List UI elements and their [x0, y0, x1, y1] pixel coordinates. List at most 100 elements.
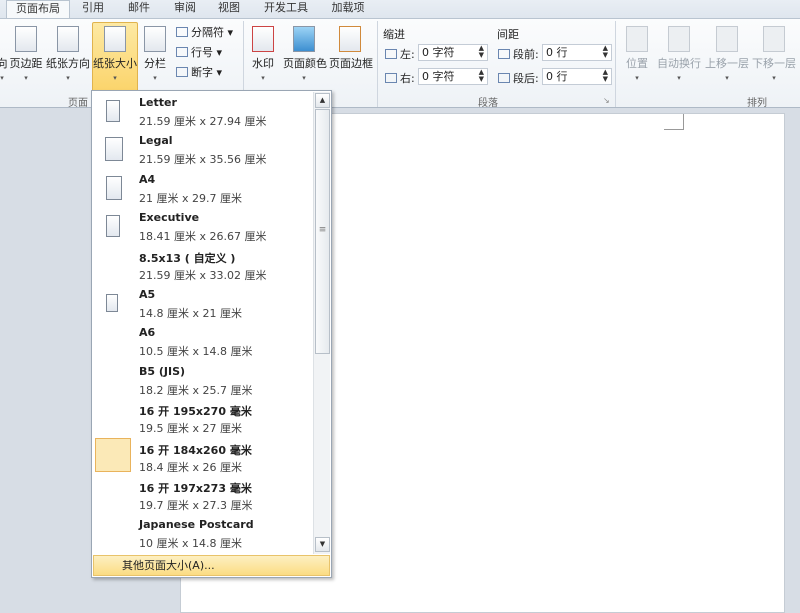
send-backward-button[interactable]: 下移一层 ▾ [751, 22, 797, 88]
paper-size-item[interactable]: 16 开 195x270 毫米 19.5 厘米 x 27 厘米 [94, 400, 312, 438]
indent-right-icon [385, 73, 397, 83]
position-icon [626, 26, 648, 52]
paper-size-name: 16 开 195x270 毫米 [139, 405, 252, 419]
breaks-button[interactable]: 分隔符 ▾ [176, 24, 233, 40]
spacing-before-input[interactable]: 0 行 ▲ ▼ [542, 44, 612, 61]
paper-size-item[interactable]: 16 开 197x273 毫米 19.7 厘米 x 27.3 厘米 [94, 477, 312, 515]
paper-thumbnail-icon [106, 215, 120, 238]
wrap-text-icon [668, 26, 690, 52]
wrap-text-button[interactable]: 自动换行 ▾ [656, 22, 702, 88]
margins-button[interactable]: 页边距 ▾ [8, 22, 44, 88]
spin-arrows[interactable]: ▲ ▼ [603, 45, 608, 59]
page-color-button[interactable]: 页面颜色 ▾ [282, 22, 327, 88]
paper-size-name: Legal [139, 134, 173, 148]
line-numbers-button[interactable]: 行号 ▾ [176, 44, 222, 60]
tab-review[interactable]: 审阅 [168, 0, 202, 18]
scrollbar-thumb[interactable]: ≡ [315, 109, 330, 354]
page-borders-button[interactable]: 页面边框 [328, 22, 373, 88]
scroll-up-button[interactable]: ▲ [315, 93, 330, 108]
indent-right-label: 右: [385, 70, 415, 86]
breaks-icon [176, 27, 188, 37]
paper-size-item[interactable]: Japanese Postcard 10 厘米 x 14.8 厘米 [94, 515, 312, 553]
hyphenation-button[interactable]: 断字 ▾ [176, 64, 222, 80]
paper-size-name: Japanese Postcard [139, 518, 254, 532]
indent-left-icon [385, 49, 397, 59]
paper-size-dimensions: 21.59 厘米 x 27.94 厘米 [139, 115, 267, 128]
paper-size-name: Letter [139, 96, 177, 109]
paper-size-item[interactable]: A6 10.5 厘米 x 14.8 厘米 [94, 323, 312, 361]
tab-view[interactable]: 视图 [212, 0, 246, 18]
paper-size-name: 8.5x13 ( 自定义 ) [139, 251, 236, 265]
paper-size-dimensions: 21 厘米 x 29.7 厘米 [139, 191, 242, 205]
orientation-button[interactable]: 纸张方向 ▾ [45, 22, 91, 88]
columns-button[interactable]: 分栏 ▾ [140, 22, 170, 88]
paper-size-dimensions: 21.59 厘米 x 33.02 厘米 [139, 268, 267, 282]
watermark-button[interactable]: 水印 ▾ [248, 22, 278, 88]
paper-thumbnail-icon [105, 137, 123, 162]
paper-size-dimensions: 18.41 厘米 x 26.67 厘米 [139, 230, 267, 244]
paper-size-name: A5 [139, 288, 156, 301]
paper-size-name: A4 [139, 172, 156, 186]
indent-left-label: 左: [385, 46, 415, 62]
paper-size-name: A6 [139, 326, 156, 340]
orientation-icon [57, 26, 79, 52]
paper-thumbnail-icon [106, 100, 120, 122]
tab-mailings[interactable]: 邮件 [122, 0, 156, 18]
spacing-before-label: 段前: [498, 46, 539, 62]
tab-addins[interactable]: 加载项 [326, 0, 370, 18]
paper-size-dimensions: 19.7 厘米 x 27.3 厘米 [139, 499, 253, 512]
send-backward-icon [763, 26, 785, 52]
more-paper-sizes-item[interactable]: 其他页面大小(A)... [93, 555, 330, 576]
spin-arrows[interactable]: ▲ ▼ [603, 69, 608, 83]
bring-forward-icon [716, 26, 738, 52]
paper-size-dimensions: 18.2 厘米 x 25.7 厘米 [139, 383, 253, 397]
paper-size-name: 16 开 197x273 毫米 [139, 482, 252, 495]
spacing-after-label: 段后: [498, 70, 539, 86]
paper-size-item[interactable]: 8.5x13 ( 自定义 ) 21.59 厘米 x 33.02 厘米 [94, 247, 312, 285]
spin-arrows[interactable]: ▲ ▼ [479, 69, 484, 83]
paper-size-dimensions: 21.59 厘米 x 35.56 厘米 [139, 153, 267, 167]
paper-size-item[interactable]: A4 21 厘米 x 29.7 厘米 [94, 170, 312, 208]
spacing-label: 间距 [497, 28, 519, 41]
paper-size-item[interactable]: Executive 18.41 厘米 x 26.67 厘米 [94, 208, 312, 246]
bring-forward-button[interactable]: 上移一层 ▾ [704, 22, 750, 88]
indent-label: 缩进 [383, 28, 405, 41]
paper-size-dimensions: 10 厘米 x 14.8 厘米 [139, 537, 242, 551]
scroll-down-button[interactable]: ▼ [315, 537, 330, 552]
spacing-before-icon [498, 49, 510, 59]
indent-right-input[interactable]: 0 字符 ▲ ▼ [418, 68, 488, 85]
paper-size-item[interactable]: 16 开 184x260 毫米 18.4 厘米 x 26 厘米 [94, 437, 312, 477]
paper-size-dimensions: 18.4 厘米 x 26 厘米 [139, 460, 242, 474]
line-numbers-icon [176, 47, 188, 57]
group-label-page-setup: 页面 [68, 98, 88, 109]
tab-page-layout[interactable]: 页面布局 [6, 0, 70, 19]
tab-references[interactable]: 引用 [76, 0, 110, 18]
group-label-arrange: 排列 [747, 98, 767, 109]
spacing-after-icon [498, 73, 510, 83]
paper-size-name: Executive [139, 211, 200, 225]
paper-size-item[interactable]: B5 (JIS) 18.2 厘米 x 25.7 厘米 [94, 362, 312, 400]
page-size-icon [104, 26, 126, 52]
position-button[interactable]: 位置 ▾ [622, 22, 652, 88]
page-borders-icon [339, 26, 361, 52]
size-button[interactable]: 纸张大小 ▾ [92, 22, 138, 92]
dropdown-scrollbar[interactable]: ▲ ≡ ▼ [313, 92, 330, 554]
paper-size-item[interactable]: Legal 21.59 厘米 x 35.56 厘米 [94, 131, 312, 169]
spacing-after-input[interactable]: 0 行 ▲ ▼ [542, 68, 612, 85]
margin-corner-mark [664, 114, 684, 130]
spin-arrows[interactable]: ▲ ▼ [479, 45, 484, 59]
page-color-icon [293, 26, 315, 52]
group-label-paragraph: 段落 [478, 98, 498, 109]
paper-size-item[interactable]: A5 14.8 厘米 x 21 厘米 [94, 285, 312, 323]
indent-left-input[interactable]: 0 字符 ▲ ▼ [418, 44, 488, 61]
paper-thumbnail-icon [106, 294, 118, 312]
columns-icon [144, 26, 166, 52]
tab-developer[interactable]: 开发工具 [258, 0, 314, 18]
paper-size-item[interactable]: Letter 21.59 厘米 x 27.94 厘米 [94, 93, 312, 131]
ribbon-tab-bar: 页面布局 引用 邮件 审阅 视图 开发工具 加载项 [0, 0, 800, 19]
paper-size-dimensions: 10.5 厘米 x 14.8 厘米 [139, 345, 253, 359]
dialog-launcher-icon[interactable]: ↘ [603, 96, 610, 105]
paper-thumbnail-icon [95, 437, 131, 472]
paper-size-dimensions: 19.5 厘米 x 27 厘米 [139, 422, 242, 436]
watermark-icon [252, 26, 274, 52]
